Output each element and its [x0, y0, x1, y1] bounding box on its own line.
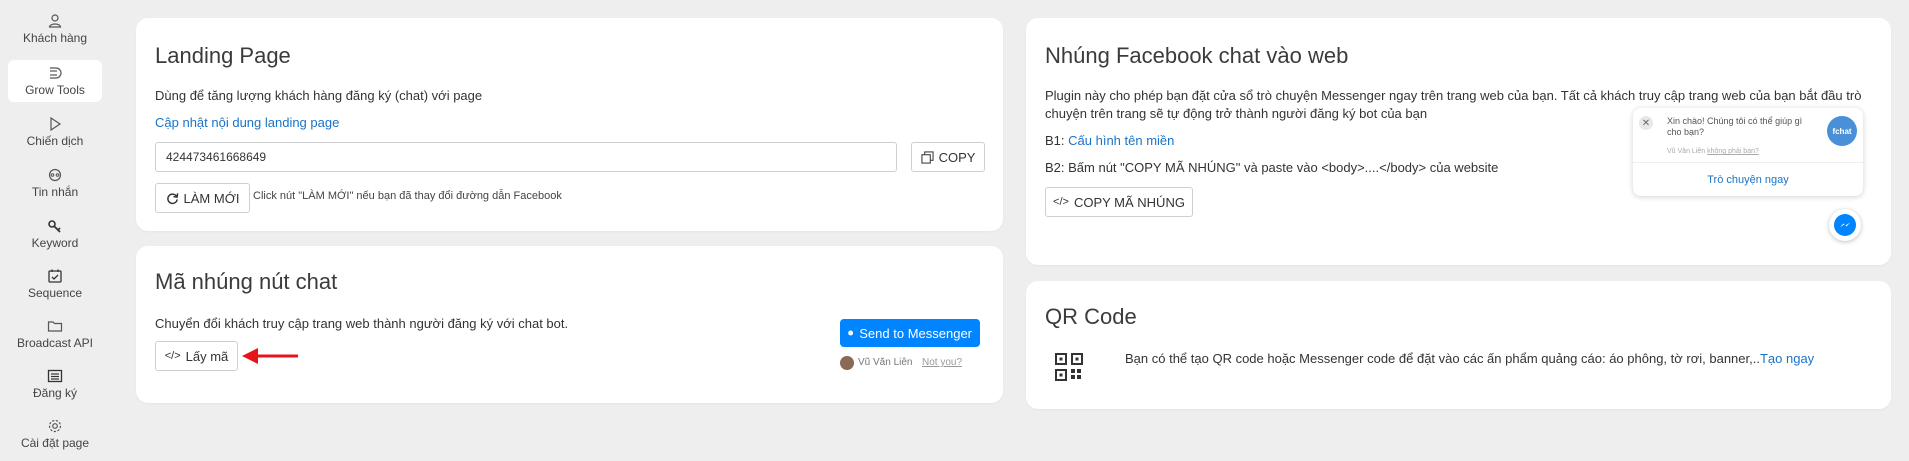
sidebar-item-label: Tin nhắn: [31, 185, 79, 199]
folder-icon: [47, 321, 63, 332]
widget-divider: [1633, 162, 1863, 163]
get-code-label: Lấy mã: [185, 348, 229, 364]
grow-tools-icon: [50, 67, 62, 79]
refresh-button[interactable]: LÀM MỚI: [155, 183, 250, 213]
sidebar-item-messages[interactable]: Tin nhắn: [8, 162, 102, 204]
user-name: Vũ Văn Liên: [858, 357, 913, 368]
qr-code-card: QR Code Bạn có thể tạo QR code hoặc Mess…: [1026, 281, 1891, 409]
sidebar-item-page-settings[interactable]: Cài đặt page: [8, 413, 102, 455]
sidebar-item-campaigns[interactable]: Chiến dịch: [8, 111, 102, 153]
copy-embed-label: COPY MÃ NHÚNG: [1073, 194, 1185, 210]
card-title: Mã nhúng nút chat: [155, 269, 338, 294]
sidebar-item-customers[interactable]: Khách hàng: [8, 8, 102, 50]
copy-icon: [920, 150, 934, 164]
qr-description-text: Bạn có thể tạo QR code hoặc Messenger co…: [1125, 351, 1760, 366]
copy-button-label: COPY: [938, 149, 976, 165]
refresh-hint: Click nút "LÀM MỚI" nếu bạn đã thay đổi …: [253, 190, 562, 202]
widget-not-you[interactable]: không phải bạn?: [1707, 148, 1759, 155]
sidebar-item-label: Đăng ký: [32, 386, 78, 400]
calendar-check-icon: [48, 269, 62, 283]
start-chat-button[interactable]: Trò chuyện ngay: [1633, 174, 1863, 186]
landing-page-card: Landing Page Dùng để tăng lượng khách hà…: [136, 18, 1003, 231]
send-to-messenger-button[interactable]: Send to Messenger: [840, 319, 980, 347]
sidebar-item-label: Khách hàng: [22, 31, 88, 45]
sidebar-item-keyword[interactable]: Keyword: [8, 213, 102, 255]
landing-description: Dùng để tăng lượng khách hàng đăng ký (c…: [155, 88, 483, 103]
not-you-link[interactable]: Not you?: [922, 357, 962, 368]
code-icon: </>: [1053, 196, 1069, 208]
gear-icon: [48, 419, 62, 433]
refresh-icon: [166, 192, 178, 204]
card-title: QR Code: [1045, 304, 1137, 329]
user-icon: [48, 14, 62, 28]
widget-user-line: Vũ Văn Liên không phải bạn?: [1667, 148, 1759, 155]
arrow-pointer-icon: [242, 348, 298, 364]
play-icon: [50, 116, 62, 132]
fchat-logo-text: fchat: [1832, 126, 1852, 136]
messenger-fab[interactable]: [1829, 209, 1861, 241]
sidebar: Khách hàng Grow Tools Chiến dịch Tin nhắ…: [0, 0, 110, 461]
embed-button-card: Mã nhúng nút chat Chuyển đổi khách truy …: [136, 246, 1003, 403]
chat-widget-preview: ✕ Xin chào! Chúng tôi có thể giúp gì cho…: [1633, 108, 1863, 196]
qr-code-icon: [1055, 353, 1083, 381]
refresh-button-label: LÀM MỚI: [183, 190, 240, 206]
code-icon: </>: [164, 350, 181, 362]
sidebar-item-register[interactable]: Đăng ký: [8, 363, 102, 405]
widget-greeting: Xin chào! Chúng tôi có thể giúp gì cho b…: [1667, 116, 1803, 137]
fb-chat-description-2: chuyện trên trang sẽ tự động trở thành n…: [1045, 106, 1428, 121]
domain-config-link[interactable]: Cấu hình tên miền: [1068, 133, 1174, 148]
sidebar-item-broadcast-api[interactable]: Broadcast API: [8, 313, 102, 355]
update-landing-link[interactable]: Cập nhật nội dung landing page: [155, 115, 339, 130]
messenger-icon: [848, 330, 854, 336]
fchat-logo: fchat: [1827, 116, 1857, 146]
step-1-prefix: B1:: [1045, 133, 1065, 148]
avatar: [840, 356, 854, 370]
send-to-messenger-label: Send to Messenger: [859, 325, 972, 341]
sidebar-item-sequence[interactable]: Sequence: [8, 263, 102, 305]
form-icon: [47, 369, 63, 383]
embed-description: Chuyển đổi khách truy cập trang web thàn…: [155, 316, 569, 331]
step-2: B2: Bấm nút "COPY MÃ NHÚNG" và paste vào…: [1045, 160, 1499, 175]
page-id-input[interactable]: [155, 142, 897, 172]
get-code-button[interactable]: </> Lấy mã: [155, 341, 238, 371]
card-title: Landing Page: [155, 43, 291, 68]
sidebar-item-label: Cài đặt page: [20, 436, 90, 450]
sidebar-item-label: Keyword: [31, 236, 79, 250]
step-1: B1: Cấu hình tên miền: [1045, 133, 1174, 148]
copy-button[interactable]: COPY: [911, 142, 985, 172]
fb-chat-description-1: Plugin này cho phép bạn đặt cửa sổ trò c…: [1045, 88, 1862, 103]
sidebar-item-label: Sequence: [27, 286, 83, 300]
messenger-icon: [1834, 214, 1856, 236]
key-icon: [48, 220, 61, 233]
sidebar-item-label: Broadcast API: [16, 336, 94, 350]
close-icon[interactable]: ✕: [1639, 116, 1653, 130]
qr-description: Bạn có thể tạo QR code hoặc Messenger co…: [1125, 351, 1814, 366]
create-qr-link[interactable]: Tạo ngay: [1760, 351, 1814, 366]
sidebar-item-grow-tools[interactable]: Grow Tools: [8, 60, 102, 102]
widget-user-name: Vũ Văn Liên: [1667, 148, 1706, 155]
message-icon: [48, 168, 62, 182]
copy-embed-button[interactable]: </> COPY MÃ NHÚNG: [1045, 187, 1193, 217]
card-title: Nhúng Facebook chat vào web: [1045, 43, 1349, 68]
sidebar-item-label: Chiến dịch: [26, 134, 84, 148]
sidebar-item-label: Grow Tools: [25, 83, 85, 97]
